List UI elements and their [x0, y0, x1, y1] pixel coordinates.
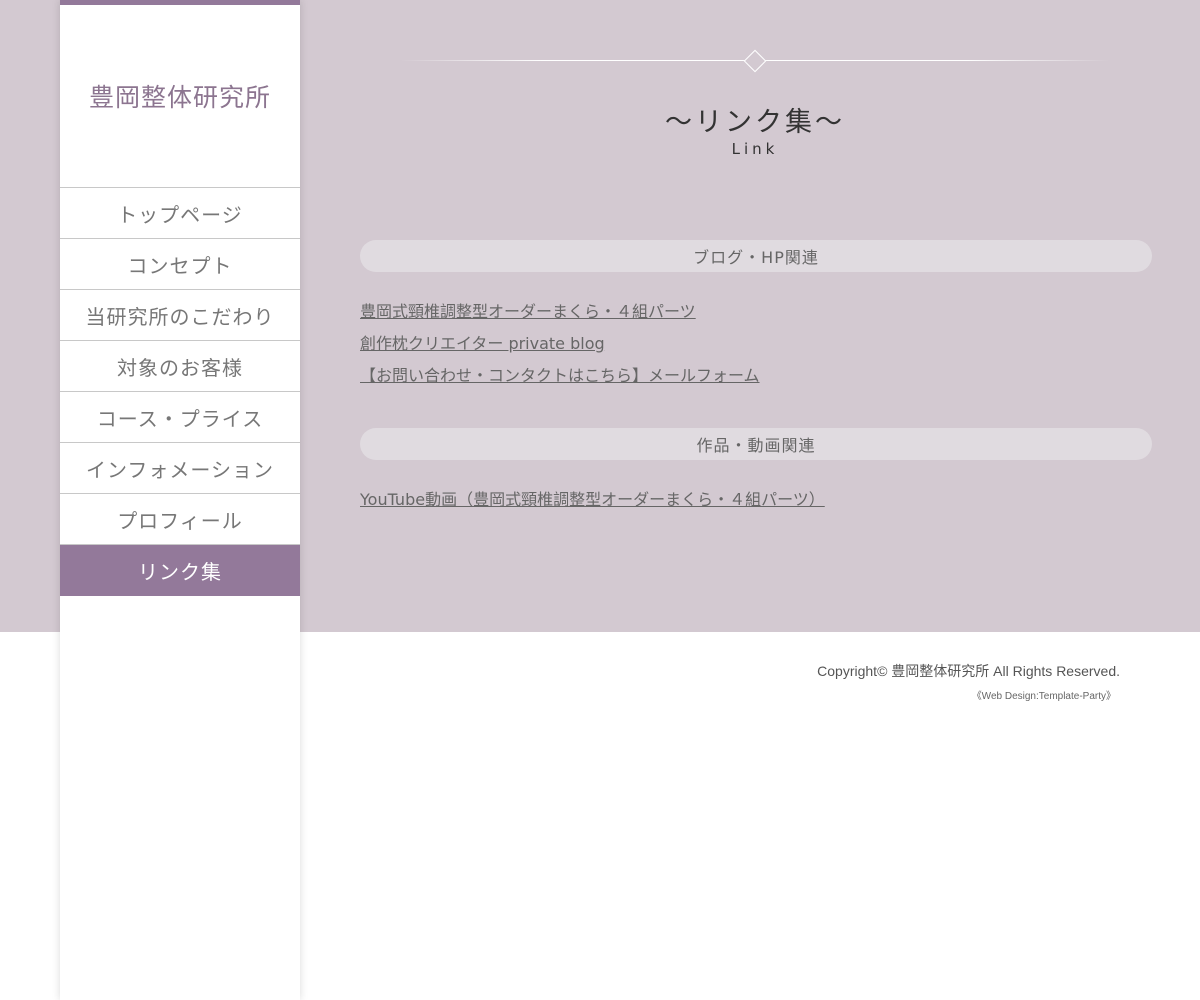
- sidebar: 豊岡整体研究所 トップページ コンセプト 当研究所のこだわり 対象のお客様 コー…: [60, 0, 300, 1000]
- site-logo[interactable]: 豊岡整体研究所: [60, 5, 300, 187]
- section-heading-blog: ブログ・HP関連: [360, 240, 1152, 272]
- page: 豊岡整体研究所 トップページ コンセプト 当研究所のこだわり 対象のお客様 コー…: [0, 0, 1200, 1000]
- design-credit-link[interactable]: 《Web Design:Template-Party》: [972, 687, 1116, 702]
- page-title: ～リンク集～: [665, 107, 845, 138]
- nav-item-commitment[interactable]: 当研究所のこだわり: [60, 290, 300, 341]
- section-heading-video: 作品・動画関連: [360, 428, 1152, 460]
- nav-item-links[interactable]: リンク集: [60, 545, 300, 596]
- nav-item-concept[interactable]: コンセプト: [60, 239, 300, 290]
- main-content: ～リンク集～ Link ブログ・HP関連 豊岡式頸椎調整型オーダーまくら・４組パ…: [300, 0, 1200, 632]
- link-order-pillow[interactable]: 豊岡式頸椎調整型オーダーまくら・４組パーツ: [360, 298, 696, 322]
- nav-item-information[interactable]: インフォメーション: [60, 443, 300, 494]
- nav-item-course-price[interactable]: コース・プライス: [60, 392, 300, 443]
- link-private-blog[interactable]: 創作枕クリエイター private blog: [360, 330, 605, 354]
- page-subtitle: Link: [731, 140, 779, 158]
- diamond-ornament-icon: [743, 49, 767, 73]
- nav-item-top[interactable]: トップページ: [60, 188, 300, 239]
- nav-item-profile[interactable]: プロフィール: [60, 494, 300, 545]
- main-nav: トップページ コンセプト 当研究所のこだわり 対象のお客様 コース・プライス イ…: [60, 187, 300, 596]
- copyright-text: Copyright© 豊岡整体研究所 All Rights Reserved.: [817, 663, 1120, 679]
- link-mail-form[interactable]: 【お問い合わせ・コンタクトはこちら】メールフォーム: [360, 362, 760, 386]
- link-youtube[interactable]: YouTube動画（豊岡式頸椎調整型オーダーまくら・４組パーツ）: [360, 486, 825, 510]
- nav-item-customers[interactable]: 対象のお客様: [60, 341, 300, 392]
